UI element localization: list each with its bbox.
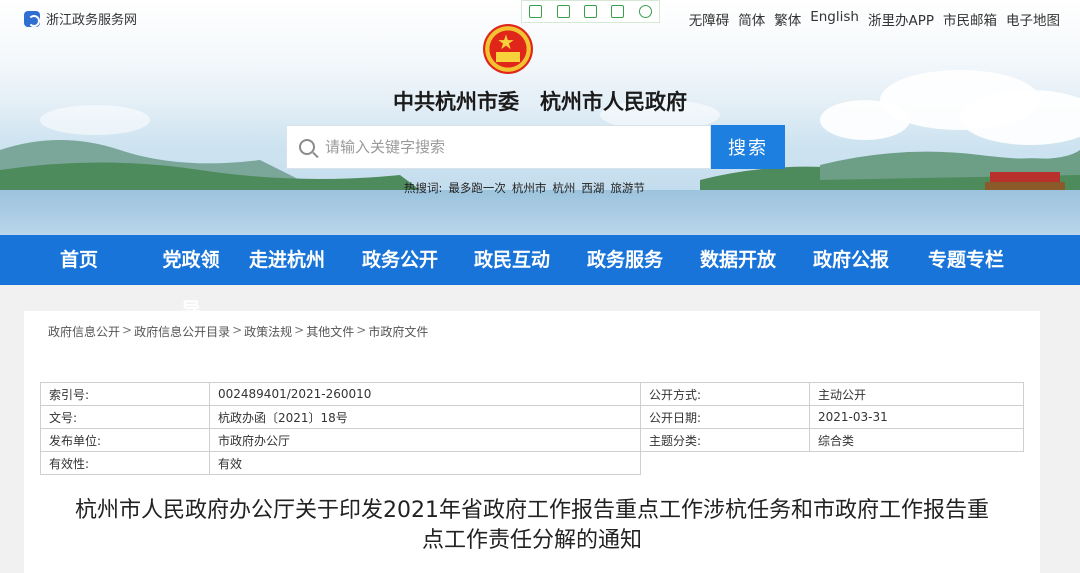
- search-icon: [299, 139, 315, 155]
- hot-search-words: 热搜词: 最多跑一次 杭州市 杭州 西湖 旅游节: [404, 180, 645, 196]
- info-value: 有效: [209, 451, 641, 475]
- empty-cell: [641, 452, 810, 475]
- nav-home[interactable]: 首页: [0, 235, 158, 285]
- link-app[interactable]: 浙里办APP: [868, 9, 934, 29]
- breadcrumb-item[interactable]: 政府信息公开: [48, 323, 120, 340]
- site-name: 浙江政务服务网: [46, 13, 138, 28]
- link-english[interactable]: English: [810, 9, 859, 29]
- link-mail[interactable]: 市民邮箱: [943, 9, 997, 29]
- info-value: 杭政办函〔2021〕18号: [209, 405, 641, 429]
- lake-water: [0, 190, 1080, 235]
- hot-word[interactable]: 最多跑一次: [448, 180, 506, 196]
- header-banner: 浙江政务服务网 无障碍 简体 繁体 English 浙里办APP 市民邮箱 电子…: [0, 0, 1080, 235]
- table-row: 文号: 杭政办函〔2021〕18号 公开日期: 2021-03-31: [40, 405, 1024, 429]
- info-value: 市政府办公厅: [209, 428, 641, 452]
- info-value: 主动公开: [809, 382, 1024, 406]
- hot-word[interactable]: 杭州: [552, 180, 575, 196]
- document-title-line: 点工作责任分解的通知: [421, 528, 642, 553]
- breadcrumb-item[interactable]: 政府信息公开目录: [134, 323, 230, 340]
- info-key: 文号:: [40, 405, 210, 429]
- breadcrumb-item[interactable]: 市政府文件: [368, 323, 428, 340]
- phone-icon[interactable]: [529, 5, 543, 18]
- info-key: 索引号:: [40, 382, 210, 406]
- zhejiang-logo-icon: [24, 10, 40, 27]
- nav-open-data[interactable]: 数据开放: [676, 235, 800, 285]
- main-nav: 首页 党政领导 走进杭州 政务公开 政民互动 政务服务 数据开放 政府公报 专题…: [0, 235, 1080, 321]
- info-key: 公开方式:: [640, 382, 810, 406]
- breadcrumb-item[interactable]: 政策法规: [244, 323, 292, 340]
- info-key: 有效性:: [40, 451, 210, 475]
- toolbar: [521, 0, 660, 23]
- nav-party-leadership[interactable]: 党政领导: [158, 235, 224, 321]
- national-emblem-icon: ★: [483, 24, 533, 78]
- table-row: 发布单位: 市政府办公厅 主题分类: 综合类: [40, 428, 1024, 452]
- breadcrumb-item[interactable]: 其他文件: [306, 323, 354, 340]
- link-simplified[interactable]: 简体: [738, 9, 765, 29]
- nav-gov-affairs[interactable]: 政务公开: [350, 235, 450, 285]
- hot-word[interactable]: 西湖: [581, 180, 604, 196]
- government-title: 中共杭州市委 杭州市人民政府: [393, 89, 687, 114]
- share-icon[interactable]: [611, 5, 625, 18]
- breadcrumb-separator: >: [294, 323, 305, 337]
- hot-word[interactable]: 杭州市: [512, 180, 547, 196]
- document-title: 杭州市人民政府办公厅关于印发2021年省政府工作报告重点工作涉杭任务和市政府工作…: [24, 496, 1040, 556]
- top-links: 无障碍 简体 繁体 English 浙里办APP 市民邮箱 电子地图: [689, 9, 1060, 29]
- info-key: 主题分类:: [640, 428, 810, 452]
- content-panel: 政府信息公开 > 政府信息公开目录 > 政策法规 > 其他文件 > 市政府文件 …: [24, 311, 1040, 573]
- info-key: 发布单位:: [40, 428, 210, 452]
- document-title-line: 杭州市人民政府办公厅关于印发2021年省政府工作报告重点工作涉杭任务和市政府工作…: [75, 498, 989, 523]
- info-value: 2021-03-31: [809, 405, 1024, 429]
- document-info-table: 索引号: 002489401/2021-260010 公开方式: 主动公开 文号…: [40, 382, 1024, 475]
- search-input[interactable]: [325, 138, 705, 156]
- breadcrumb-separator: >: [122, 323, 133, 337]
- link-traditional[interactable]: 繁体: [774, 9, 801, 29]
- hot-word[interactable]: 旅游节: [610, 180, 645, 196]
- site-brand[interactable]: 浙江政务服务网: [24, 9, 137, 28]
- breadcrumb: 政府信息公开 > 政府信息公开目录 > 政策法规 > 其他文件 > 市政府文件: [48, 323, 428, 340]
- hot-search-label: 热搜词:: [404, 181, 443, 195]
- fullscreen-icon[interactable]: [556, 5, 570, 18]
- table-row: 索引号: 002489401/2021-260010 公开方式: 主动公开: [40, 382, 1024, 406]
- table-row: 有效性: 有效: [40, 451, 1024, 475]
- breadcrumb-separator: >: [232, 323, 243, 337]
- search-button[interactable]: 搜索: [711, 125, 785, 169]
- link-accessibility[interactable]: 无障碍: [689, 9, 730, 29]
- link-map[interactable]: 电子地图: [1006, 9, 1060, 29]
- nav-interaction[interactable]: 政民互动: [450, 235, 574, 285]
- info-key: 公开日期:: [640, 405, 810, 429]
- nav-services[interactable]: 政务服务: [574, 235, 676, 285]
- save-icon[interactable]: [583, 5, 597, 18]
- empty-cell: [810, 452, 1024, 475]
- info-value: 002489401/2021-260010: [209, 382, 641, 406]
- info-value: 综合类: [809, 428, 1024, 452]
- settings-icon[interactable]: [638, 5, 652, 18]
- nav-gazette[interactable]: 政府公报: [800, 235, 902, 285]
- nav-special-topics[interactable]: 专题专栏: [902, 235, 1030, 285]
- search-box: [286, 125, 711, 169]
- nav-about-hangzhou[interactable]: 走进杭州: [224, 235, 350, 285]
- breadcrumb-separator: >: [356, 323, 367, 337]
